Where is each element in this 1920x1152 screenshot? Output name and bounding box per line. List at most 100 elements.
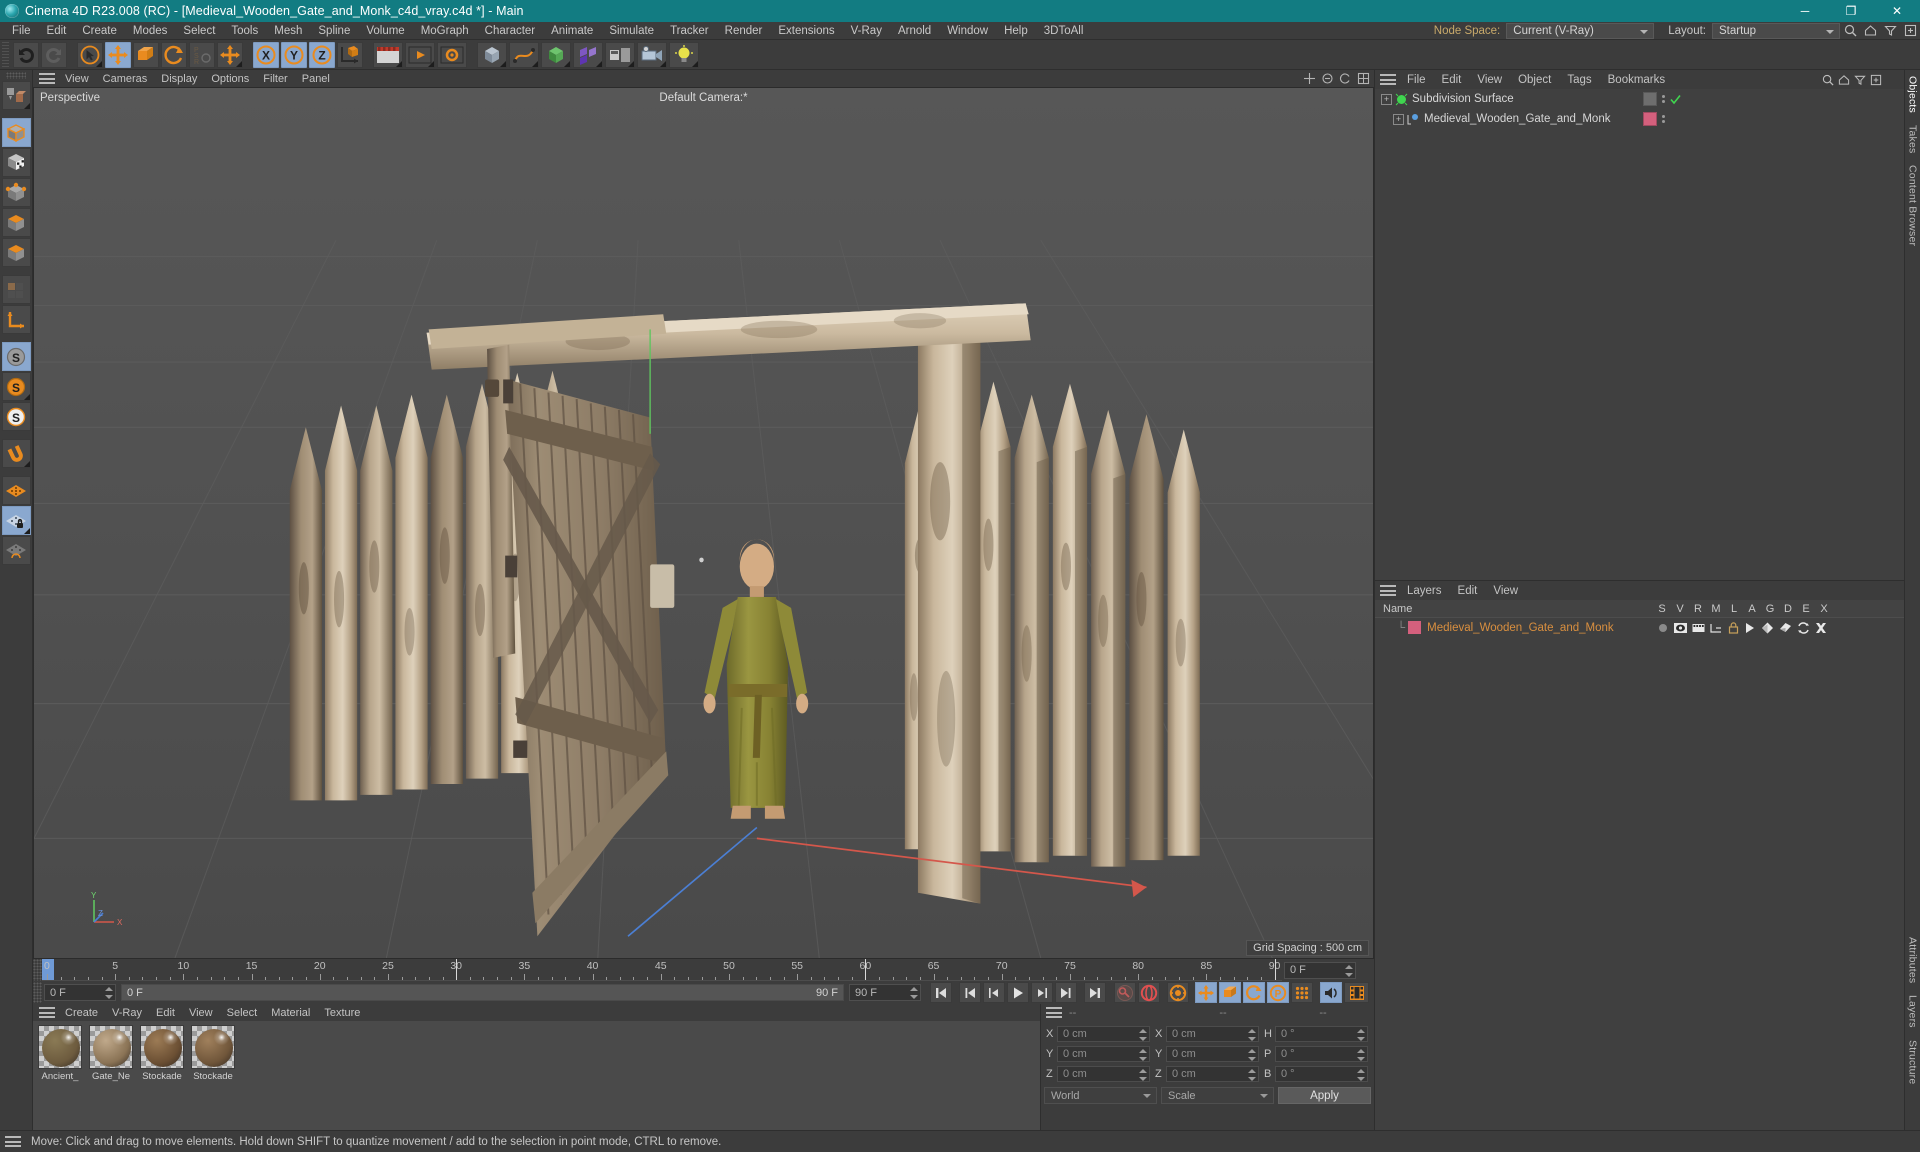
coordinate-mode-dropdown[interactable]: Scale (1161, 1087, 1274, 1104)
edge-mode-button[interactable] (1, 208, 31, 237)
menu-item-window[interactable]: Window (939, 22, 996, 40)
vtab-objects[interactable]: Objects (1907, 70, 1919, 119)
vtab-attributes[interactable]: Attributes (1907, 931, 1919, 989)
object-row-medieval-wooden-gate-and-monk[interactable]: + Medieval_Wooden_Gate_and_Monk (1375, 109, 1904, 129)
scale-key-button[interactable] (1219, 982, 1241, 1003)
add-generator-button[interactable] (541, 41, 571, 68)
viewport-hamburger-icon[interactable] (39, 73, 55, 84)
coord-rot-h-input[interactable]: 0 ° (1275, 1026, 1368, 1042)
layer-row[interactable]: └ Medieval_Wooden_Gate_and_Monk (1375, 618, 1904, 637)
coord-pos-y-spinner[interactable] (1139, 1049, 1147, 1061)
object-menu-bookmarks[interactable]: Bookmarks (1600, 74, 1674, 86)
vtab-content-browser[interactable]: Content Browser (1907, 159, 1919, 252)
material-thumbnail[interactable] (191, 1025, 235, 1069)
toolbar-grip[interactable] (2, 41, 9, 68)
layers-menu-layers[interactable]: Layers (1399, 585, 1450, 597)
layout-dropdown[interactable]: Startup (1712, 22, 1840, 39)
menu-item-simulate[interactable]: Simulate (601, 22, 662, 40)
polygon-mode-button[interactable] (1, 238, 31, 267)
left-palette-grip[interactable] (6, 72, 26, 79)
object-tag-icon[interactable] (1643, 92, 1657, 106)
point-mode-button[interactable] (1, 178, 31, 207)
apply-button[interactable]: Apply (1278, 1087, 1371, 1104)
position-key-button[interactable] (1195, 982, 1217, 1003)
menu-item-mograph[interactable]: MoGraph (413, 22, 477, 40)
material-hamburger-icon[interactable] (39, 1007, 55, 1018)
layers-menu-edit[interactable]: Edit (1450, 585, 1486, 597)
coord-pos-x-spinner[interactable] (1139, 1029, 1147, 1041)
menu-item-file[interactable]: File (4, 22, 39, 40)
filter-icon[interactable] (1881, 22, 1899, 40)
coord-size-y-spinner[interactable] (1248, 1049, 1256, 1061)
coord-pos-z-input[interactable]: 0 cm (1057, 1066, 1150, 1082)
material-menu-view[interactable]: View (182, 1007, 220, 1019)
material-thumbnail[interactable] (89, 1025, 133, 1069)
maximize-button[interactable]: ❐ (1828, 0, 1874, 22)
enable-snap-s2-button[interactable]: S (1, 372, 31, 401)
workplane-lock-button[interactable] (1, 506, 31, 535)
object-menu-view[interactable]: View (1469, 74, 1510, 86)
menu-item-render[interactable]: Render (717, 22, 771, 40)
powerbar-grip[interactable] (33, 982, 42, 1003)
material-tag-icon[interactable] (1643, 112, 1657, 126)
frame-spinner[interactable] (1345, 964, 1353, 977)
menu-item-tracker[interactable]: Tracker (662, 22, 717, 40)
menu-item-modes[interactable]: Modes (125, 22, 176, 40)
menu-item-3dtoall[interactable]: 3DToAll (1036, 22, 1092, 40)
menu-item-mesh[interactable]: Mesh (266, 22, 310, 40)
coordinate-system-dropdown[interactable]: World (1044, 1087, 1157, 1104)
visibility-dots-2[interactable] (1662, 115, 1665, 123)
coord-pos-z-spinner[interactable] (1139, 1069, 1147, 1081)
coordinates-hamburger-icon[interactable] (1046, 1007, 1062, 1018)
material-swatch[interactable]: Gate_Ne (87, 1025, 135, 1082)
coord-rot-h-spinner[interactable] (1357, 1029, 1365, 1041)
menu-item-arnold[interactable]: Arnold (890, 22, 939, 40)
filmstrip-button[interactable] (1344, 982, 1369, 1003)
scale-tool[interactable] (133, 41, 159, 68)
edit-render-settings-button[interactable] (437, 41, 467, 68)
coord-pos-y-input[interactable]: 0 cm (1057, 1046, 1150, 1062)
coord-pos-x-input[interactable]: 0 cm (1057, 1026, 1150, 1042)
add-scene-object-button[interactable] (605, 41, 635, 68)
uv-mode-button[interactable] (1, 275, 31, 304)
material-swatch-list[interactable]: Ancient_ Gate_Ne Stockade Stockade (33, 1021, 1040, 1130)
start-frame-field[interactable]: 0 F (44, 984, 116, 1001)
material-swatch[interactable]: Stockade (138, 1025, 186, 1082)
timeline-ruler[interactable]: 051015202530354045505560657075808590 0 F (33, 959, 1374, 981)
material-swatch[interactable]: Stockade (189, 1025, 237, 1082)
coord-size-x-spinner[interactable] (1248, 1029, 1256, 1041)
add-panel-icon[interactable] (1901, 22, 1919, 40)
model-mode-button[interactable] (1, 118, 31, 147)
menu-item-spline[interactable]: Spline (310, 22, 358, 40)
keyframe-selection-button[interactable] (1167, 982, 1189, 1003)
viewport-menu-cameras[interactable]: Cameras (96, 73, 155, 85)
rotation-key-button[interactable] (1243, 982, 1265, 1003)
axis-mode-button[interactable] (1, 305, 31, 334)
record-active-objects-button[interactable] (1114, 982, 1136, 1003)
psr-tool[interactable]: PSR (189, 41, 215, 68)
step-forward-button[interactable] (1031, 982, 1053, 1003)
add-deformer-button[interactable] (573, 41, 603, 68)
add-spline-button[interactable] (509, 41, 539, 68)
material-menu-create[interactable]: Create (58, 1007, 105, 1019)
status-hamburger-icon[interactable] (5, 1136, 21, 1147)
object-manager-hamburger-icon[interactable] (1380, 74, 1396, 85)
home-icon[interactable] (1861, 22, 1879, 40)
enable-snap-s1-button[interactable]: S (1, 342, 31, 371)
end-frame-spinner[interactable] (910, 987, 918, 999)
point-level-animation-button[interactable] (1291, 982, 1313, 1003)
param-key-button[interactable]: P (1267, 982, 1289, 1003)
menu-item-tools[interactable]: Tools (223, 22, 266, 40)
preview-range-slider[interactable]: 0 F 90 F (121, 984, 844, 1001)
go-to-end-button[interactable] (1084, 982, 1106, 1003)
coord-rot-b-spinner[interactable] (1357, 1069, 1365, 1081)
enable-snap-s3-button[interactable]: S (1, 402, 31, 431)
rotate-tool[interactable] (161, 41, 187, 68)
add-camera-button[interactable] (637, 41, 667, 68)
menu-item-volume[interactable]: Volume (358, 22, 412, 40)
perspective-viewport[interactable]: Perspective Default Camera:* Y X Z Grid … (33, 87, 1374, 959)
material-menu-texture[interactable]: Texture (317, 1007, 367, 1019)
menu-item-edit[interactable]: Edit (39, 22, 75, 40)
workplane-reset-button[interactable] (1, 536, 31, 565)
live-selection-tool[interactable] (77, 41, 103, 68)
